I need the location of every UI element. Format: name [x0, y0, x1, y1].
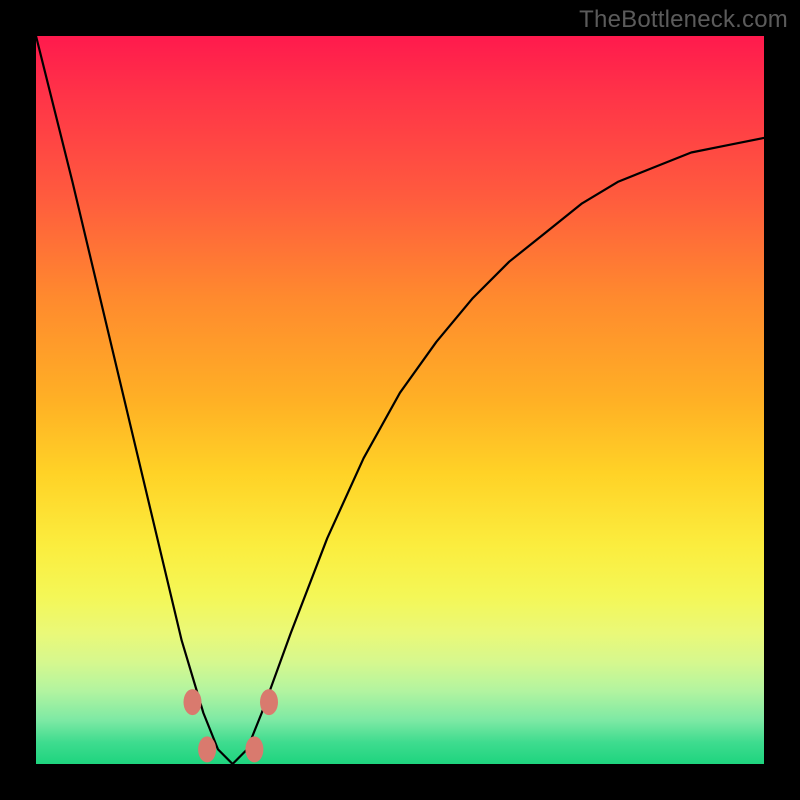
curve-marker	[260, 689, 278, 715]
curve-marker	[245, 736, 263, 762]
curve-markers	[184, 689, 279, 762]
plot-area	[36, 36, 764, 764]
curve-marker	[198, 736, 216, 762]
watermark-text: TheBottleneck.com	[579, 6, 788, 34]
bottleneck-curve	[36, 36, 764, 764]
outer-frame: TheBottleneck.com	[0, 0, 800, 800]
curve-marker	[184, 689, 202, 715]
bottleneck-curve-svg	[36, 36, 764, 764]
